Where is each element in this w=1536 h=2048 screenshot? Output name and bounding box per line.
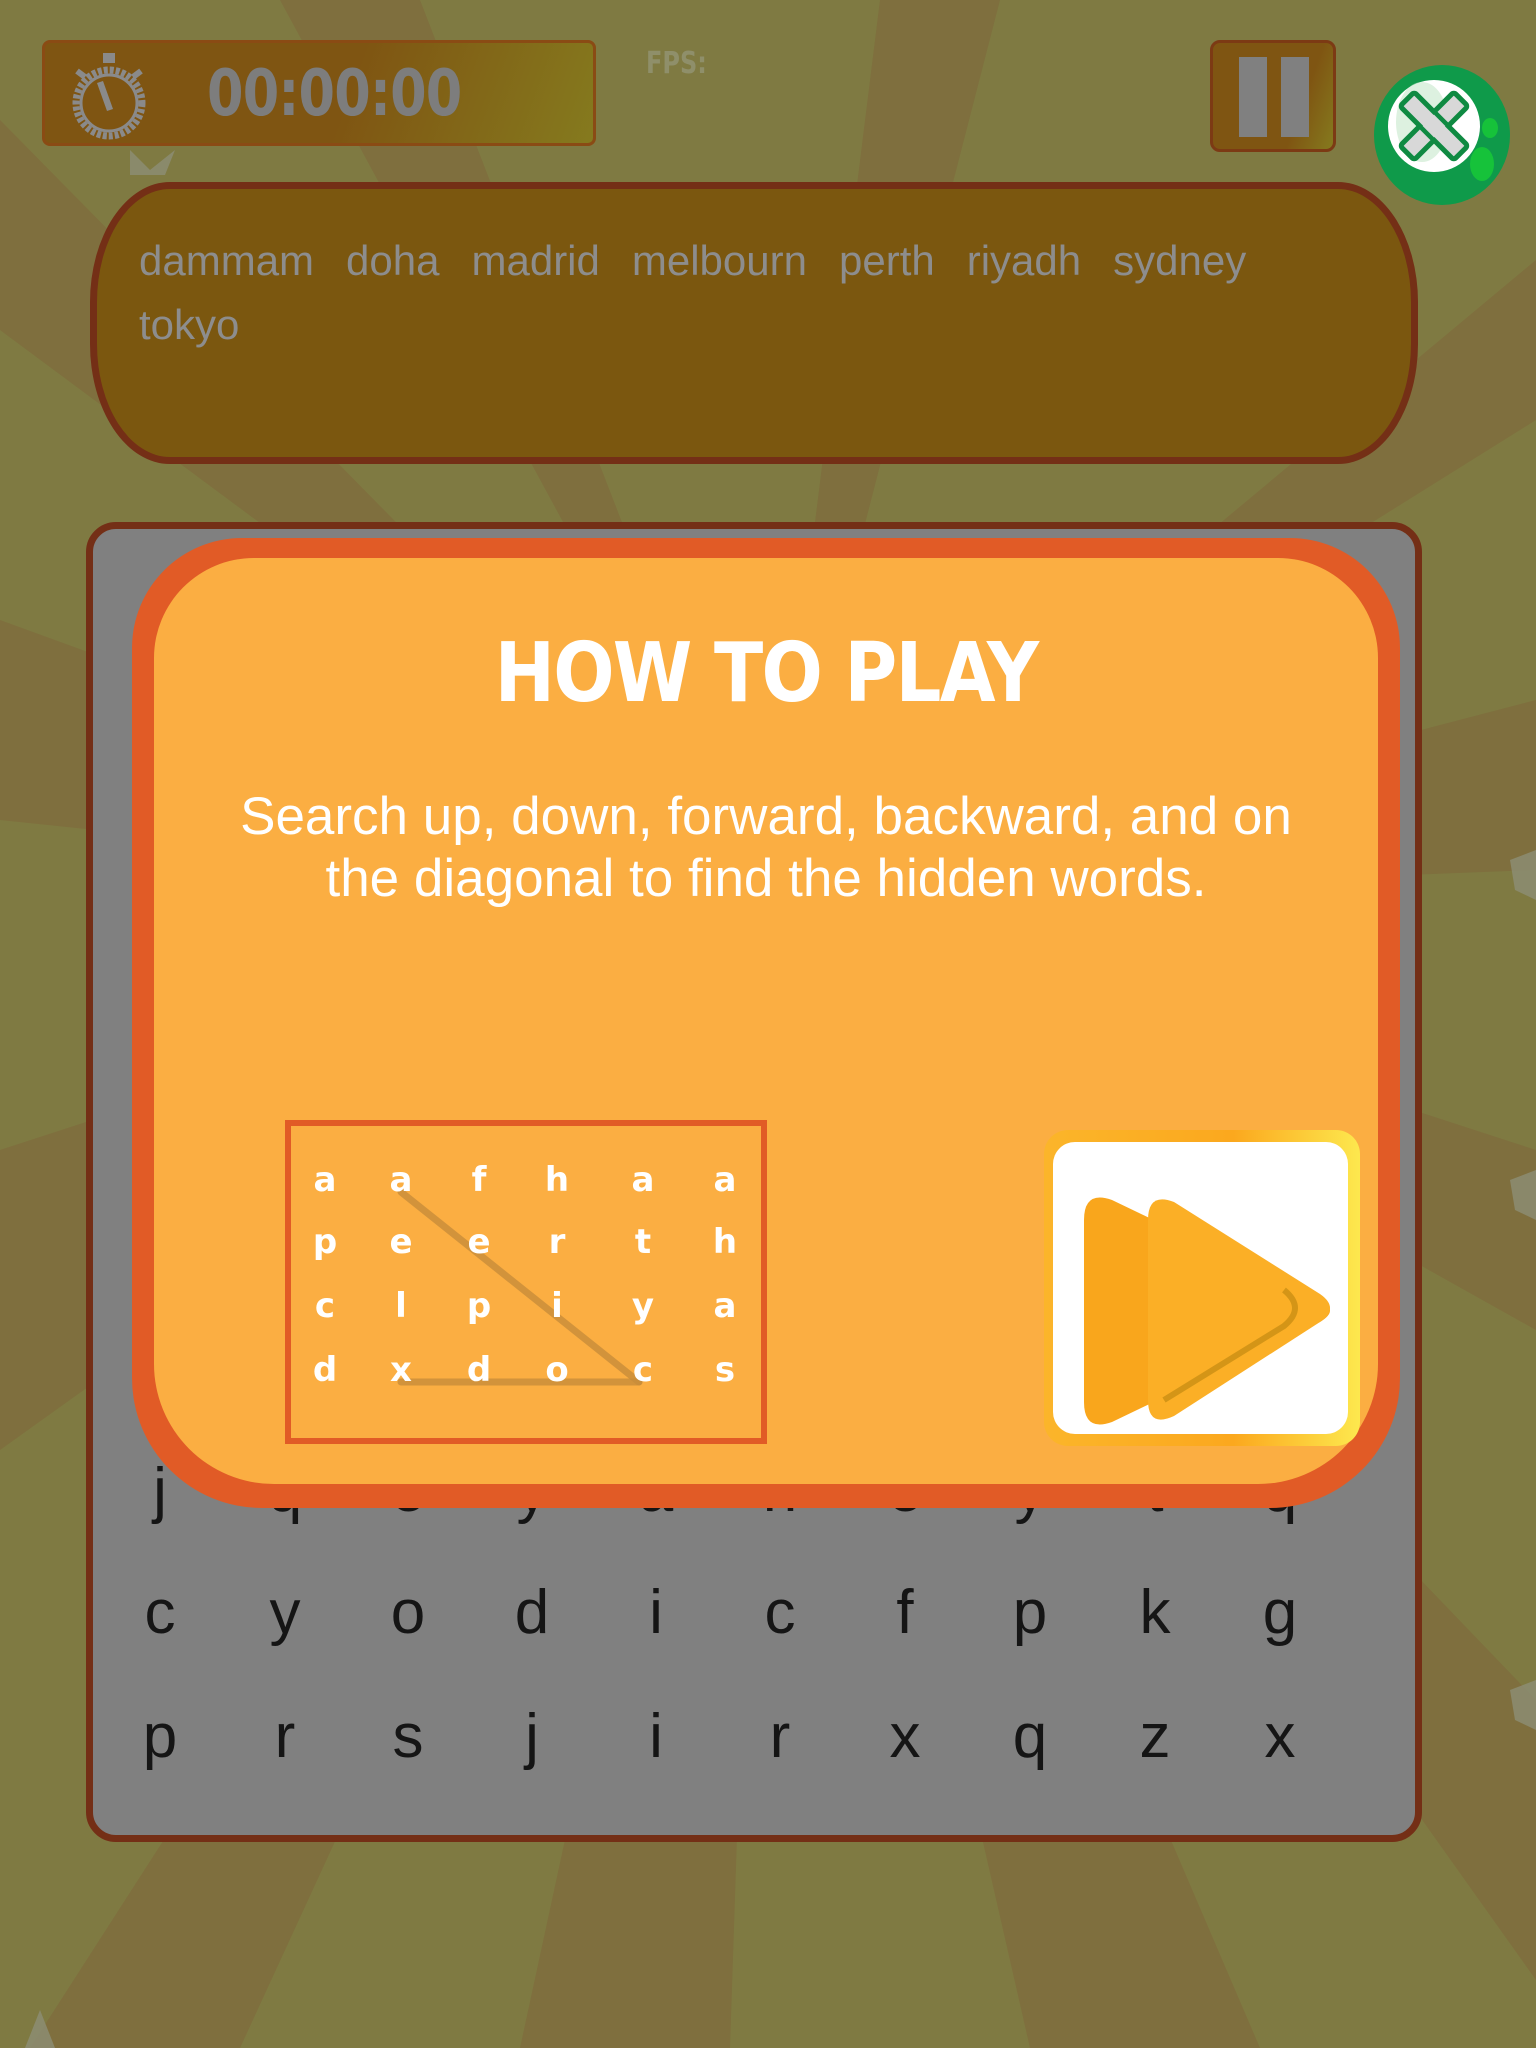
grid-cell[interactable]: i [616, 1701, 696, 1772]
example-grid: aafhaapeerthclpiyadxdocs [285, 1120, 767, 1444]
word-list-item: tokyo [139, 301, 240, 348]
grid-cell[interactable]: q [990, 1701, 1070, 1772]
grid-cell[interactable]: x [1240, 1701, 1320, 1772]
grid-cell[interactable]: i [616, 1577, 696, 1648]
example-grid-letter: p [466, 1286, 492, 1326]
grid-cell[interactable]: j [492, 1701, 572, 1772]
example-grid-letter: a [389, 1160, 413, 1200]
grid-row: prsjirxqzx [93, 1701, 1415, 1801]
grid-row: cyodicfpkg [93, 1577, 1415, 1677]
close-x-icon [1374, 65, 1510, 205]
grid-cell[interactable]: f [865, 1577, 945, 1648]
pause-button[interactable] [1210, 40, 1336, 152]
dialog-description: Search up, down, forward, backward, and … [240, 787, 1292, 908]
fps-label: FPS: [646, 46, 707, 81]
example-grid-letter: a [313, 1160, 337, 1200]
close-button[interactable] [1372, 64, 1512, 206]
example-grid-letter: l [395, 1286, 407, 1326]
example-grid-letter: a [713, 1160, 737, 1200]
example-grid-letter: a [713, 1286, 737, 1326]
grid-cell[interactable]: z [1115, 1701, 1195, 1772]
example-grid-letter: d [312, 1350, 338, 1390]
word-list-item: dammam [139, 237, 315, 284]
example-grid-letter: x [390, 1350, 412, 1390]
example-grid-letter: d [466, 1350, 492, 1390]
play-icon [1084, 1197, 1330, 1425]
example-grid-letter: f [471, 1160, 487, 1200]
grid-cell[interactable]: p [120, 1701, 200, 1772]
grid-cell[interactable]: c [120, 1577, 200, 1648]
grid-cell[interactable]: c [740, 1577, 820, 1648]
word-list-item: doha [346, 237, 440, 284]
grid-cell[interactable]: d [492, 1577, 572, 1648]
stopwatch-icon [72, 53, 146, 140]
grid-cell[interactable]: k [1115, 1577, 1195, 1648]
timer-display: 00:00:00 [42, 40, 596, 146]
grid-cell[interactable]: x [865, 1701, 945, 1772]
example-grid-letter: o [545, 1350, 569, 1390]
example-grid-letter: c [632, 1350, 654, 1390]
example-grid-letter: h [544, 1160, 570, 1200]
example-highlight-lines [397, 1188, 643, 1386]
word-list-item: sydney [1113, 237, 1247, 284]
grid-cell[interactable]: r [245, 1701, 325, 1772]
grid-cell[interactable]: g [1240, 1577, 1320, 1648]
word-list-panel: dammam doha madrid melbourn perth riyadh sydne… [90, 182, 1418, 464]
example-grid-letter: i [551, 1286, 563, 1326]
dialog-title: HOW TO PLAY [494, 626, 1040, 721]
example-grid-letter: e [389, 1222, 413, 1262]
word-list-item: perth [838, 237, 935, 284]
example-grid-letter: s [714, 1350, 736, 1390]
word-list-item: madrid [471, 237, 600, 284]
example-grid-letter: y [631, 1286, 655, 1326]
example-grid-letter: p [312, 1222, 338, 1262]
example-grid-letter: a [631, 1160, 655, 1200]
grid-cell[interactable]: y [245, 1577, 325, 1648]
example-grid-letter: t [634, 1222, 652, 1262]
timer-value: 00:00:00 [207, 57, 462, 131]
grid-cell[interactable]: r [740, 1701, 820, 1772]
word-list-item: riyadh [966, 237, 1082, 284]
example-grid-letter: e [467, 1222, 491, 1262]
grid-cell[interactable]: p [990, 1577, 1070, 1648]
grid-cell[interactable]: s [368, 1701, 448, 1772]
word-list-item: melbourn [631, 237, 807, 284]
grid-cell[interactable]: o [368, 1577, 448, 1648]
example-grid-letter: h [712, 1222, 738, 1262]
example-grid-letter: c [314, 1286, 336, 1326]
play-button[interactable] [1044, 1130, 1360, 1446]
example-grid-letter: r [548, 1222, 566, 1262]
